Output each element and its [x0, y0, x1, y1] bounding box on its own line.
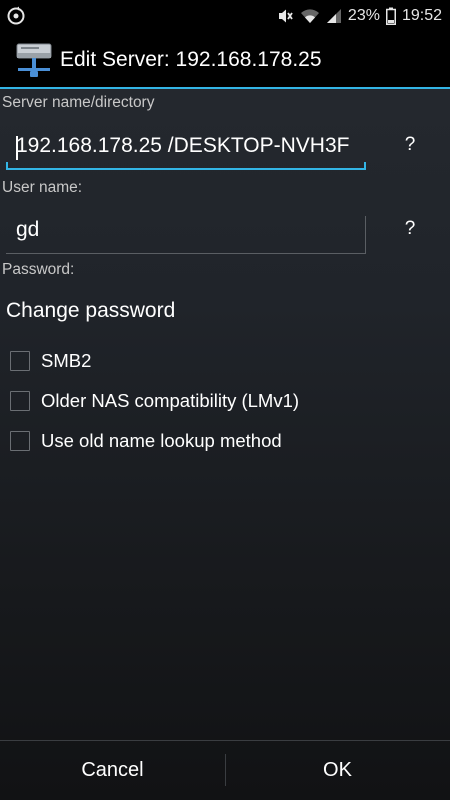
dialog-title: Edit Server: 192.168.178.25 — [60, 48, 322, 71]
change-password-button[interactable]: Change password — [6, 299, 175, 323]
user-name-field[interactable]: gd — [6, 210, 372, 254]
older-nas-checkbox[interactable] — [10, 391, 30, 411]
option-smb2[interactable]: SMB2 — [10, 348, 91, 374]
server-name-label: Server name/directory — [2, 94, 155, 111]
sync-icon — [6, 6, 26, 26]
battery-percent: 23% — [347, 7, 380, 24]
password-label: Password: — [2, 261, 75, 278]
signal-icon — [326, 8, 342, 24]
network-server-icon — [15, 41, 53, 79]
clock: 19:52 — [401, 7, 442, 24]
user-name-value: gd — [16, 218, 40, 241]
mute-icon — [276, 7, 294, 25]
server-name-value: 192.168.178.25 /DESKTOP-NVH3F — [16, 134, 350, 157]
text-cursor — [16, 136, 18, 160]
option-old-name-lookup[interactable]: Use old name lookup method — [10, 428, 282, 454]
button-divider — [225, 754, 226, 786]
old-name-lookup-checkbox[interactable] — [10, 431, 30, 451]
old-name-lookup-label: Use old name lookup method — [41, 430, 282, 451]
battery-icon — [385, 7, 396, 25]
smb2-label: SMB2 — [41, 350, 92, 371]
wifi-icon — [300, 8, 320, 24]
status-bar: 23% 19:52 — [0, 0, 450, 32]
cancel-button[interactable]: Cancel — [0, 741, 225, 800]
server-help-button[interactable]: ? — [400, 134, 420, 156]
user-help-button[interactable]: ? — [400, 218, 420, 240]
ok-button[interactable]: OK — [225, 741, 450, 800]
screen: 23% 19:52 Edit Server: 192.168.178.25 Se… — [0, 0, 450, 800]
option-older-nas[interactable]: Older NAS compatibility (LMv1) — [10, 388, 299, 414]
user-name-label: User name: — [2, 179, 83, 196]
dialog-title-bar: Edit Server: 192.168.178.25 — [0, 32, 450, 89]
older-nas-label: Older NAS compatibility (LMv1) — [41, 390, 300, 411]
smb2-checkbox[interactable] — [10, 351, 30, 371]
server-name-field[interactable]: 192.168.178.25 /DESKTOP-NVH3F — [6, 126, 372, 170]
